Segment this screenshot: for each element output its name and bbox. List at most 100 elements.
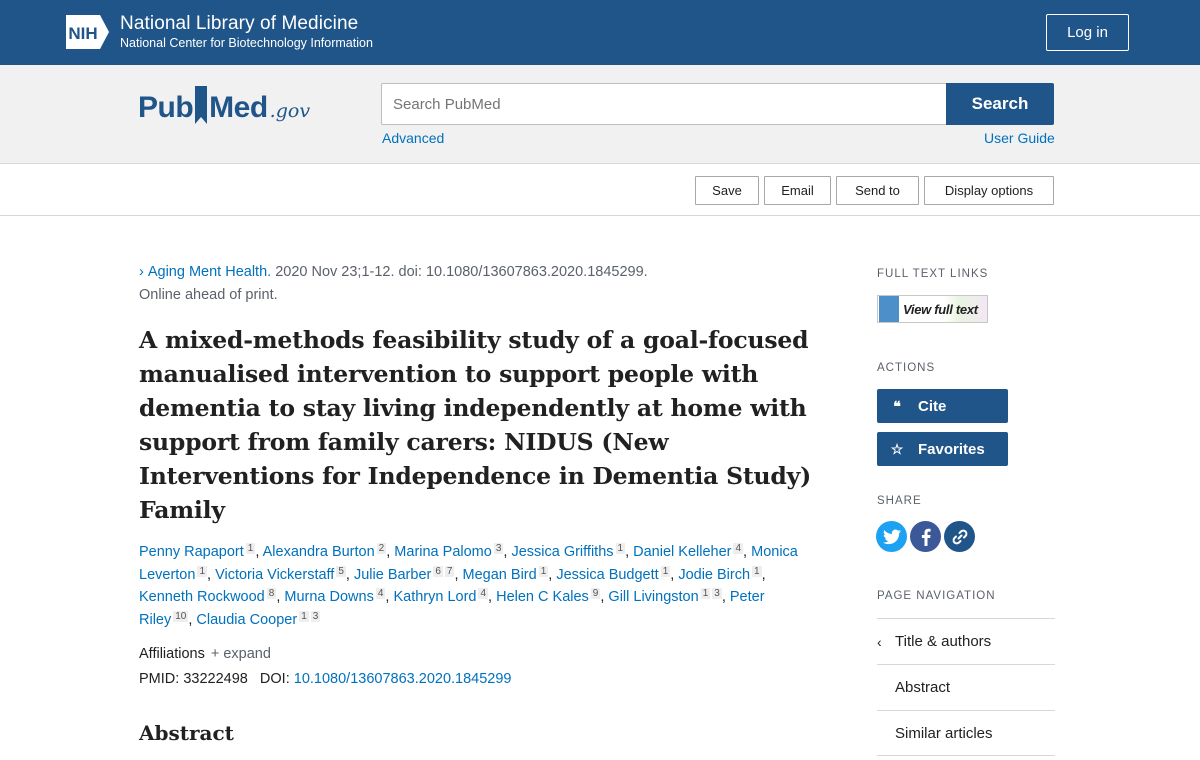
author-entry: Gill Livingston 1 3 bbox=[608, 588, 722, 605]
affiliation-number[interactable]: 3 bbox=[712, 588, 722, 600]
nih-header: NIH National Library of Medicine Nationa… bbox=[0, 0, 1200, 65]
author-entry: Alexandra Burton 2 bbox=[263, 543, 387, 560]
author-link[interactable]: Alexandra Burton bbox=[263, 544, 375, 560]
author-link[interactable]: Jessica Budgett bbox=[556, 567, 658, 583]
share-heading: SHARE bbox=[877, 495, 922, 507]
nih-logo[interactable]: NIH National Library of Medicine Nationa… bbox=[64, 13, 373, 51]
affiliation-number[interactable]: 4 bbox=[478, 588, 489, 600]
nih-title: National Library of Medicine bbox=[120, 13, 359, 34]
save-button[interactable]: Save bbox=[695, 176, 759, 205]
author-entry: Victoria Vickerstaff 5 bbox=[215, 565, 346, 583]
author-entry: Murna Downs 4 bbox=[284, 588, 386, 605]
affiliation-number[interactable]: 1 bbox=[700, 588, 711, 600]
article-title: A mixed-methods feasibility study of a g… bbox=[139, 326, 812, 524]
author-link[interactable]: Kathryn Lord bbox=[393, 589, 476, 605]
doi-label: DOI: bbox=[259, 671, 290, 687]
display-options-button[interactable]: Display options bbox=[924, 176, 1054, 205]
doi-link[interactable]: 10.1080/13607863.2020.1845299 bbox=[294, 671, 512, 687]
facebook-icon bbox=[921, 528, 931, 546]
affiliation-number[interactable]: 9 bbox=[590, 588, 601, 600]
author-list: Penny Rapaport 1, Alexandra Burton 2, Mari… bbox=[139, 543, 798, 628]
affiliation-number[interactable]: 1 bbox=[752, 565, 762, 577]
citation-text: 2020 Nov 23;1-12. doi: 10.1080/13607863.… bbox=[275, 264, 648, 280]
advanced-search-link[interactable]: Advanced bbox=[382, 130, 444, 146]
author-link[interactable]: Daniel Kelleher bbox=[633, 544, 731, 560]
affiliation-number[interactable]: 7 bbox=[444, 565, 455, 577]
nav-item-title-authors[interactable]: ‹ Title & authors bbox=[877, 618, 1055, 664]
affiliation-number[interactable]: 6 bbox=[433, 565, 443, 577]
journal-citation: › Aging Ment Health. 2020 Nov 23;1-12. do… bbox=[139, 263, 648, 281]
email-button[interactable]: Email bbox=[764, 176, 831, 205]
nih-badge-icon: NIH bbox=[64, 13, 110, 51]
nav-item-similar-articles[interactable]: Similar articles bbox=[877, 710, 1055, 756]
author-link[interactable]: Jodie Birch bbox=[678, 567, 750, 583]
nav-item-label: Similar articles bbox=[895, 724, 993, 742]
affiliation-number[interactable]: 1 bbox=[615, 543, 626, 554]
pmid-value: 33222498 bbox=[183, 671, 248, 687]
affiliation-number[interactable]: 1 bbox=[299, 610, 309, 622]
affiliation-number[interactable]: 5 bbox=[336, 565, 346, 577]
author-entry: Claudia Cooper 1 3 bbox=[196, 610, 321, 628]
affiliation-number[interactable]: 1 bbox=[660, 565, 671, 577]
nav-item-label: Title & authors bbox=[895, 633, 992, 650]
affiliation-number[interactable]: 8 bbox=[266, 588, 277, 600]
favorites-label: Favorites bbox=[918, 440, 985, 458]
pmid-label: PMID: bbox=[139, 671, 180, 687]
logo-pub: Pub bbox=[138, 91, 194, 124]
expand-affiliations-button[interactable]: + expand bbox=[211, 646, 271, 662]
author-link[interactable]: Penny Rapaport bbox=[139, 544, 244, 560]
author-entry: Jodie Birch 1 bbox=[678, 565, 762, 583]
facebook-share-button[interactable] bbox=[910, 521, 941, 552]
affiliation-number[interactable]: 1 bbox=[197, 565, 207, 577]
user-guide-link[interactable]: User Guide bbox=[984, 130, 1055, 146]
author-entry: Helen C Kales 9 bbox=[496, 588, 601, 605]
affiliation-number[interactable]: 10 bbox=[173, 610, 189, 622]
affiliation-number[interactable]: 1 bbox=[245, 543, 256, 554]
affiliation-number[interactable]: 4 bbox=[733, 543, 744, 554]
author-entry: Jessica Budgett 1 bbox=[556, 565, 671, 583]
affiliations-label: Affiliations bbox=[139, 646, 205, 662]
author-link[interactable]: Marina Palomo bbox=[394, 544, 492, 560]
nav-item-label: Abstract bbox=[895, 679, 951, 696]
bookmark-icon bbox=[195, 86, 208, 124]
author-link[interactable]: Gill Livingston bbox=[608, 589, 698, 605]
journal-link[interactable]: Aging Ment Health. bbox=[148, 264, 271, 280]
pubmed-logo[interactable]: Pub Med .gov bbox=[138, 82, 310, 128]
cite-label: Cite bbox=[918, 397, 947, 415]
view-full-text-link[interactable]: View full text bbox=[877, 295, 988, 323]
author-link[interactable]: Julie Barber bbox=[354, 567, 431, 583]
affiliation-number[interactable]: 3 bbox=[493, 543, 504, 554]
nav-item-abstract[interactable]: Abstract bbox=[877, 664, 1055, 710]
send-to-button[interactable]: Send to bbox=[836, 176, 919, 205]
action-toolbar: Save Email Send to Display options bbox=[0, 164, 1200, 216]
author-link[interactable]: Murna Downs bbox=[284, 589, 373, 605]
author-link[interactable]: Kenneth Rockwood bbox=[139, 589, 265, 605]
affiliation-number[interactable]: 1 bbox=[538, 565, 549, 577]
affiliation-number[interactable]: 4 bbox=[375, 588, 386, 600]
affiliation-number[interactable]: 2 bbox=[376, 543, 387, 554]
cite-button[interactable]: ❝ Cite bbox=[877, 389, 1008, 423]
search-button[interactable]: Search bbox=[946, 83, 1054, 125]
author-entry: Julie Barber 6 7 bbox=[354, 565, 455, 583]
affiliation-number[interactable]: 3 bbox=[310, 610, 321, 622]
twitter-share-button[interactable] bbox=[876, 521, 907, 552]
full-text-links-heading: FULL TEXT LINKS bbox=[877, 268, 989, 280]
logo-med: Med bbox=[209, 91, 268, 124]
author-entry: Jessica Griffiths 1 bbox=[511, 543, 626, 560]
author-link[interactable]: Megan Bird bbox=[463, 567, 537, 583]
search-input[interactable]: Search PubMed bbox=[381, 83, 947, 125]
actions-heading: ACTIONS bbox=[877, 362, 936, 374]
link-icon bbox=[952, 529, 967, 544]
nih-subtitle: National Center for Biotechnology Inform… bbox=[120, 36, 373, 50]
author-link[interactable]: Victoria Vickerstaff bbox=[215, 567, 334, 583]
favorites-button[interactable]: ☆ Favorites bbox=[877, 432, 1008, 466]
svg-text:NIH: NIH bbox=[68, 24, 97, 43]
login-button[interactable]: Log in bbox=[1046, 14, 1129, 51]
permalink-share-button[interactable] bbox=[944, 521, 975, 552]
author-entry: Kathryn Lord 4 bbox=[393, 588, 489, 605]
author-link[interactable]: Claudia Cooper bbox=[196, 612, 297, 628]
abstract-heading: Abstract bbox=[139, 721, 234, 745]
author-link[interactable]: Jessica Griffiths bbox=[511, 544, 613, 560]
page-navigation-heading: PAGE NAVIGATION bbox=[877, 590, 996, 602]
author-link[interactable]: Helen C Kales bbox=[496, 589, 589, 605]
